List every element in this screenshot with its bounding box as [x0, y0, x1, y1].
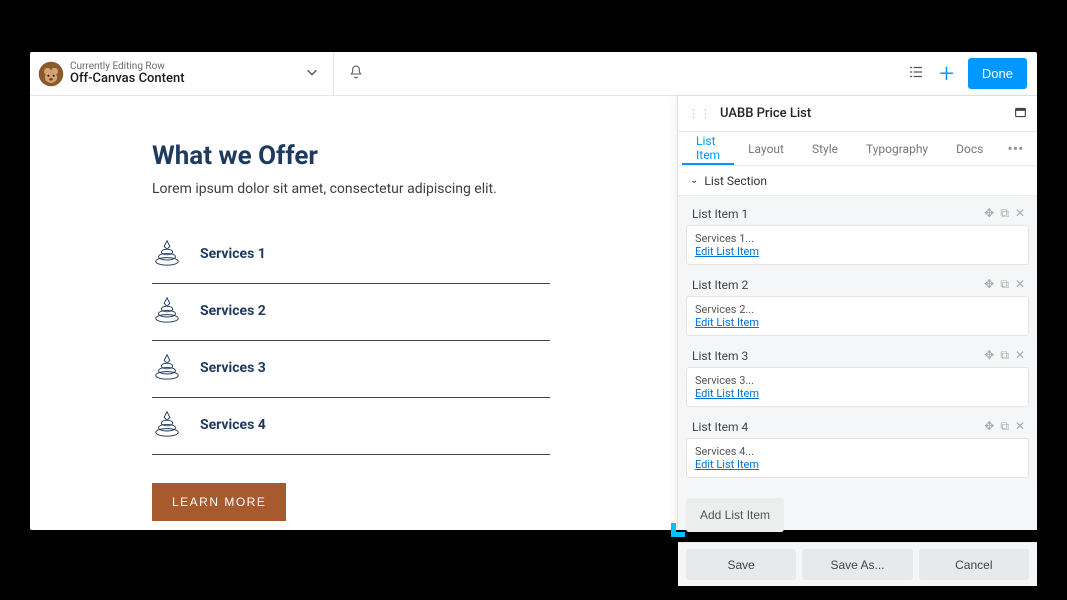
content-area: What we Offer Lorem ipsum dolor sit amet…	[30, 96, 550, 521]
list-item-summary: Services 4...	[695, 445, 1020, 458]
chevron-down-icon: ⌄	[690, 175, 698, 186]
spa-stones-icon	[152, 351, 182, 385]
title-block: Currently Editing Row Off-Canvas Content	[70, 61, 185, 86]
app-frame: Currently Editing Row Off-Canvas Content…	[30, 52, 1037, 530]
tab-layout[interactable]: Layout	[734, 132, 798, 165]
list-item-title: List Item 2	[692, 278, 748, 292]
list-item-summary: Services 1...	[695, 232, 1020, 245]
list-item-title: List Item 1	[692, 207, 748, 221]
list-item-card: List Item 1 ✥ ⧉ ✕ Services 1... Edit Lis…	[686, 202, 1029, 265]
content-subtext: Lorem ipsum dolor sit amet, consectetur …	[152, 181, 550, 197]
page-title: Off-Canvas Content	[70, 72, 185, 86]
service-row: Services 3	[152, 341, 550, 398]
list-item-card: List Item 2 ✥ ⧉ ✕ Services 2... Edit Lis…	[686, 273, 1029, 336]
tab-docs[interactable]: Docs	[942, 132, 997, 165]
move-icon[interactable]: ✥	[984, 206, 994, 221]
service-label: Services 4	[200, 417, 266, 433]
tab-typography[interactable]: Typography	[852, 132, 942, 165]
done-button[interactable]: Done	[968, 58, 1027, 89]
duplicate-icon[interactable]: ⧉	[1000, 277, 1009, 292]
add-list-item-button[interactable]: Add List Item	[686, 498, 784, 532]
notification-bell-icon[interactable]	[348, 64, 364, 84]
list-item-summary: Services 3...	[695, 374, 1020, 387]
close-icon[interactable]: ✕	[1015, 419, 1025, 434]
duplicate-icon[interactable]: ⧉	[1000, 206, 1009, 221]
save-as-button[interactable]: Save As...	[802, 549, 912, 580]
drag-handle-icon[interactable]: ⋮⋮	[688, 107, 712, 120]
duplicate-icon[interactable]: ⧉	[1000, 348, 1009, 363]
settings-panel: ⋮⋮ UABB Price List List Item Layout Styl…	[677, 96, 1037, 530]
cancel-button[interactable]: Cancel	[919, 549, 1029, 580]
panel-body: List Item 1 ✥ ⧉ ✕ Services 1... Edit Lis…	[678, 196, 1037, 542]
tab-list-item[interactable]: List Item	[682, 132, 734, 165]
save-button[interactable]: Save	[686, 549, 796, 580]
window-icon[interactable]	[1014, 104, 1027, 123]
top-bar: Currently Editing Row Off-Canvas Content…	[30, 52, 1037, 96]
resize-handle-icon[interactable]	[671, 523, 685, 537]
service-label: Services 1	[200, 246, 266, 262]
duplicate-icon[interactable]: ⧉	[1000, 419, 1009, 434]
beaver-logo-icon	[36, 59, 66, 89]
tab-style[interactable]: Style	[798, 132, 852, 165]
spa-stones-icon	[152, 294, 182, 328]
panel-footer: Save Save As... Cancel	[678, 542, 1037, 586]
service-label: Services 3	[200, 360, 266, 376]
move-icon[interactable]: ✥	[984, 277, 994, 292]
tab-more-icon[interactable]: •••	[997, 139, 1033, 158]
list-item-title: List Item 3	[692, 349, 748, 363]
spa-stones-icon	[152, 408, 182, 442]
edit-list-item-link[interactable]: Edit List Item	[695, 458, 759, 471]
close-icon[interactable]: ✕	[1015, 206, 1025, 221]
list-item-card: List Item 4 ✥ ⧉ ✕ Services 4... Edit Lis…	[686, 415, 1029, 478]
outline-icon[interactable]	[907, 63, 925, 85]
chevron-down-icon[interactable]	[305, 64, 319, 83]
section-label: List Section	[704, 174, 767, 188]
service-row: Services 2	[152, 284, 550, 341]
panel-tabs: List Item Layout Style Typography Docs •…	[678, 132, 1037, 166]
content-heading: What we Offer	[152, 141, 550, 171]
top-right-actions: + Done	[907, 58, 1027, 89]
move-icon[interactable]: ✥	[984, 348, 994, 363]
panel-header: ⋮⋮ UABB Price List	[678, 96, 1037, 132]
list-item-card: List Item 3 ✥ ⧉ ✕ Services 3... Edit Lis…	[686, 344, 1029, 407]
edit-list-item-link[interactable]: Edit List Item	[695, 245, 759, 258]
service-row: Services 1	[152, 227, 550, 284]
section-header[interactable]: ⌄ List Section	[678, 166, 1037, 196]
close-icon[interactable]: ✕	[1015, 277, 1025, 292]
service-label: Services 2	[200, 303, 266, 319]
list-item-summary: Services 2...	[695, 303, 1020, 316]
close-icon[interactable]: ✕	[1015, 348, 1025, 363]
learn-more-button[interactable]: LEARN MORE	[152, 483, 286, 521]
move-icon[interactable]: ✥	[984, 419, 994, 434]
panel-title: UABB Price List	[720, 106, 811, 121]
add-module-button[interactable]: +	[939, 61, 954, 87]
edit-list-item-link[interactable]: Edit List Item	[695, 316, 759, 329]
divider	[333, 52, 334, 96]
service-row: Services 4	[152, 398, 550, 455]
edit-list-item-link[interactable]: Edit List Item	[695, 387, 759, 400]
spa-stones-icon	[152, 237, 182, 271]
list-item-title: List Item 4	[692, 420, 748, 434]
